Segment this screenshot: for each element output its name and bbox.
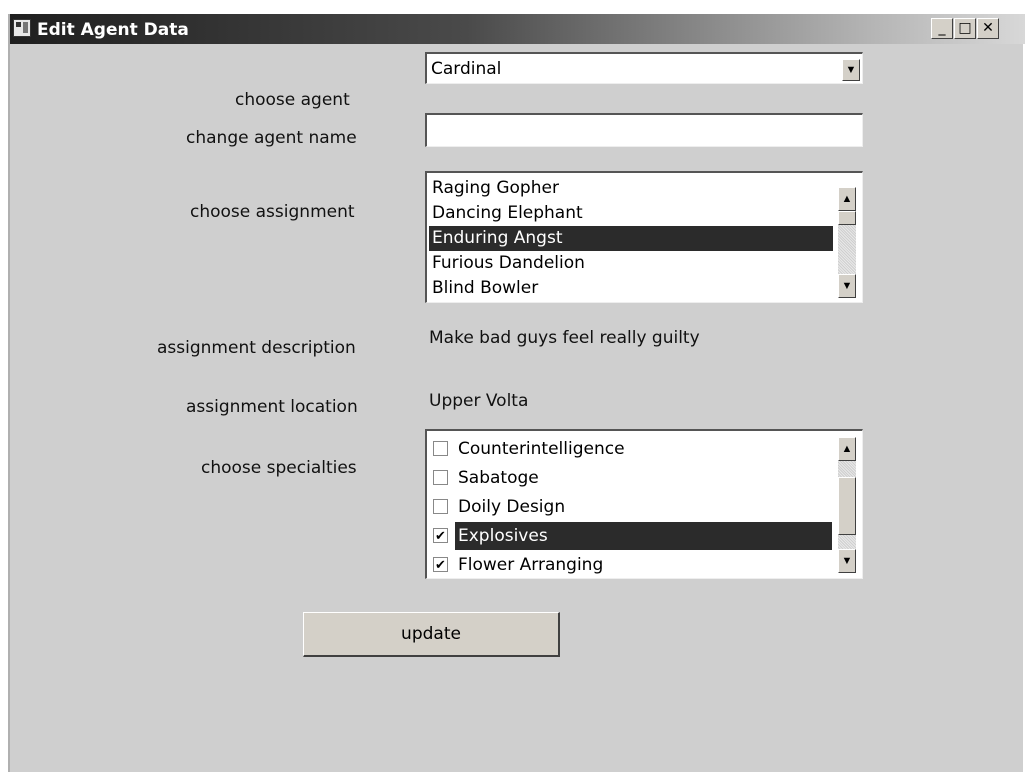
specialty-list-item[interactable]: Sabatoge bbox=[455, 464, 832, 492]
change-agent-name-label: change agent name bbox=[186, 128, 357, 148]
assignment-list-item[interactable]: Blind Bowler bbox=[429, 276, 833, 301]
choose-assignment-label: choose assignment bbox=[190, 202, 355, 222]
checkbox-icon[interactable] bbox=[433, 470, 448, 485]
assignment-location-label: assignment location bbox=[186, 397, 358, 417]
checked-checkbox-icon[interactable]: ✔ bbox=[433, 528, 448, 543]
minimize-button[interactable]: _ bbox=[931, 18, 953, 39]
specialty-list-item[interactable]: Flower Arranging bbox=[455, 551, 832, 579]
edit-agent-window: Edit Agent Data _ □ ✕ choose agent Cardi… bbox=[8, 14, 1025, 772]
assignment-description-label: assignment description bbox=[157, 338, 356, 358]
scroll-up-icon[interactable]: ▲ bbox=[838, 437, 856, 461]
dropdown-arrow-icon[interactable]: ▼ bbox=[842, 59, 860, 81]
title-bar[interactable]: Edit Agent Data _ □ ✕ bbox=[10, 14, 1025, 44]
assignment-listbox[interactable]: Raging Gopher Dancing Elephant Enduring An… bbox=[425, 171, 863, 303]
choose-specialties-label: choose specialties bbox=[201, 458, 357, 478]
checkbox-icon[interactable] bbox=[433, 499, 448, 514]
close-button[interactable]: ✕ bbox=[977, 18, 999, 39]
agent-selected-value: Cardinal bbox=[431, 59, 502, 79]
specialty-list-item[interactable]: Counterintelligence bbox=[455, 435, 832, 463]
specialties-scroll-thumb[interactable] bbox=[838, 477, 856, 535]
scroll-up-icon[interactable]: ▲ bbox=[838, 187, 856, 211]
assignment-list-item[interactable]: Furious Dandelion bbox=[429, 251, 833, 276]
agent-combobox[interactable]: Cardinal ▼ bbox=[425, 52, 863, 84]
checked-checkbox-icon[interactable]: ✔ bbox=[433, 557, 448, 572]
specialties-checked-listbox[interactable]: Counterintelligence Sabatoge Doily Design ✔… bbox=[425, 429, 863, 579]
agent-name-input[interactable] bbox=[425, 113, 863, 147]
maximize-button[interactable]: □ bbox=[954, 18, 976, 39]
scroll-down-icon[interactable]: ▼ bbox=[838, 549, 856, 573]
assignment-scroll-thumb[interactable] bbox=[838, 211, 856, 225]
scroll-down-icon[interactable]: ▼ bbox=[838, 274, 856, 298]
specialty-list-item[interactable]: Explosives bbox=[455, 522, 832, 550]
assignment-list-item[interactable]: Enduring Angst bbox=[429, 226, 833, 251]
window-title: Edit Agent Data bbox=[37, 20, 189, 40]
checkbox-icon[interactable] bbox=[433, 441, 448, 456]
assignment-list-item[interactable]: Dancing Elephant bbox=[429, 201, 833, 226]
assignment-description-value: Make bad guys feel really guilty bbox=[429, 328, 700, 348]
app-icon bbox=[13, 19, 31, 37]
update-button[interactable]: update bbox=[303, 612, 560, 657]
assignment-list-item[interactable]: Raging Gopher bbox=[429, 176, 833, 201]
assignment-location-value: Upper Volta bbox=[429, 391, 529, 411]
choose-agent-label: choose agent bbox=[235, 90, 350, 110]
specialty-list-item[interactable]: Doily Design bbox=[455, 493, 832, 521]
